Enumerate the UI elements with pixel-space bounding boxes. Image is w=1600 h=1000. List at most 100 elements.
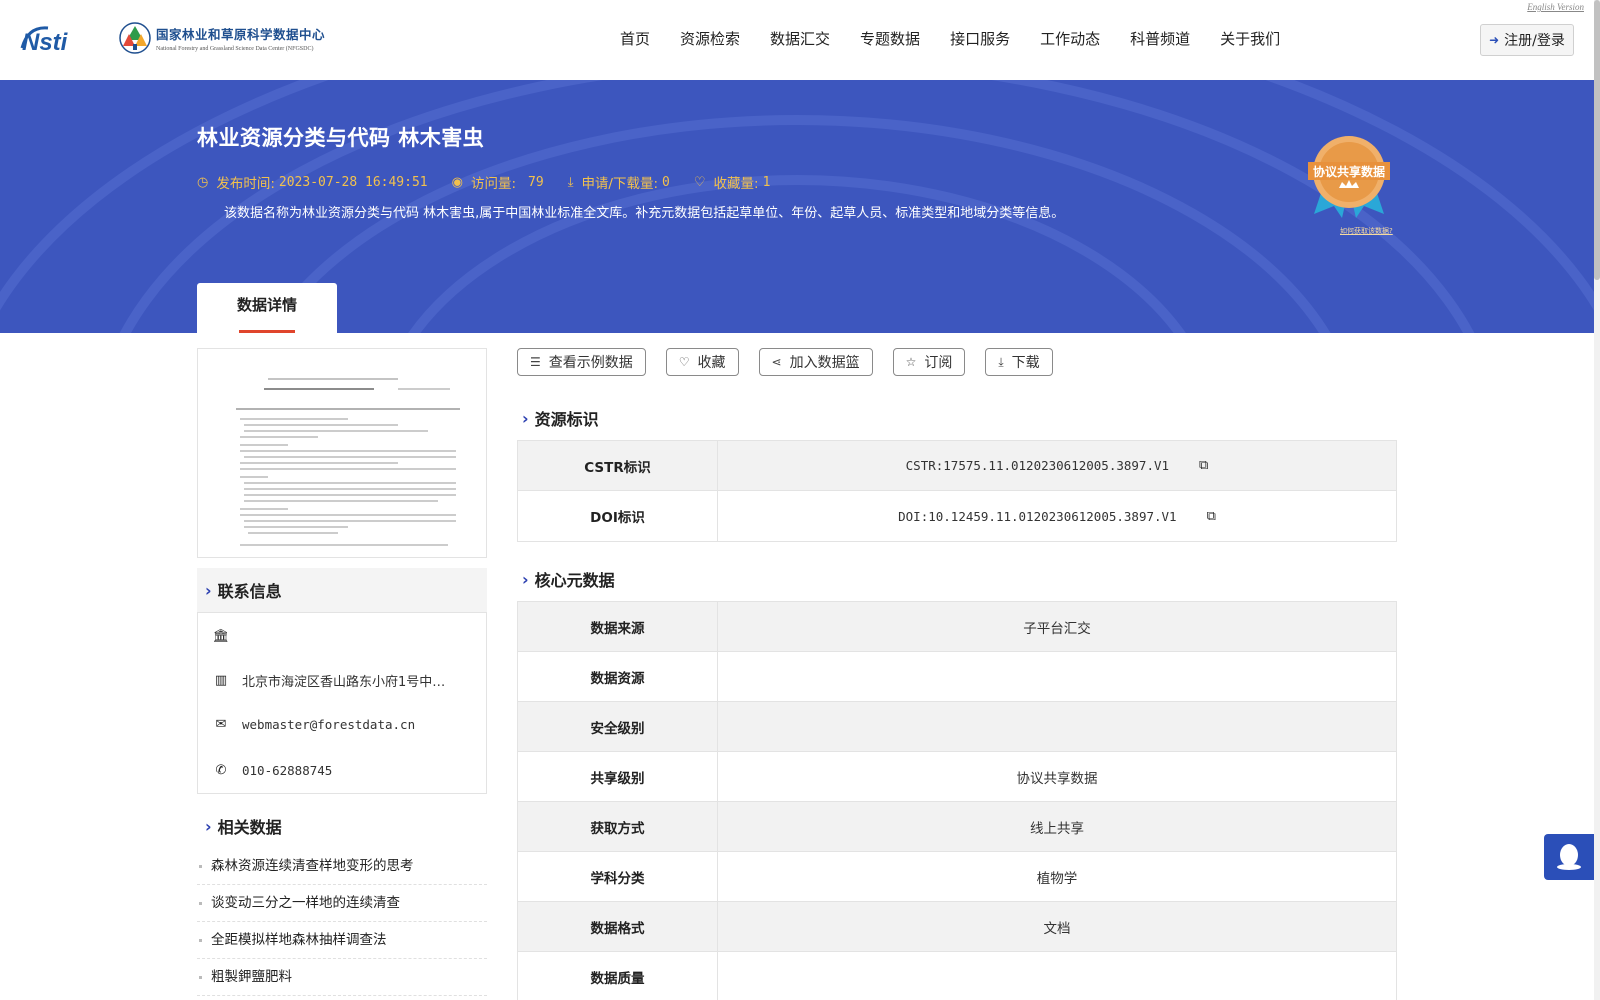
resource-id-title-label: 资源标识 xyxy=(534,410,599,429)
cstr-key: CSTR标识 xyxy=(518,441,718,490)
eye-icon: ◉ xyxy=(451,174,463,190)
table-row: CSTR标识 CSTR:17575.11.0120230612005.3897.… xyxy=(518,441,1396,491)
contact-email-text[interactable]: webmaster@forestdata.cn xyxy=(242,717,415,732)
meta-value: 子平台汇交 xyxy=(1023,620,1091,637)
nav-data-submission[interactable]: 数据汇交 xyxy=(770,28,830,50)
table-row: 获取方式 线上共享 xyxy=(518,802,1396,852)
qq-penguin-icon xyxy=(1557,844,1581,870)
meta-key: 安全级别 xyxy=(518,702,718,751)
map-icon: ▥ xyxy=(214,673,228,688)
nav-science-channel[interactable]: 科普频道 xyxy=(1130,28,1190,50)
document-thumbnail-icon xyxy=(232,377,460,546)
how-to-get-data-link[interactable]: 如何获取该数据? xyxy=(1340,226,1393,236)
table-row: 数据来源 子平台汇交 xyxy=(518,602,1396,652)
heart-icon: ♡ xyxy=(693,174,706,190)
publish-value: 2023-07-28 16:49:51 xyxy=(278,174,428,190)
nav-home[interactable]: 首页 xyxy=(620,28,650,50)
english-version-link[interactable]: English Version xyxy=(1527,2,1584,12)
related-item[interactable]: 粗製鉀鹽肥料 xyxy=(197,959,487,996)
download-label: 下载 xyxy=(1011,355,1040,371)
sign-in-icon: ➜ xyxy=(1489,33,1500,47)
meta-key: 数据资源 xyxy=(518,652,718,701)
subscribe-button[interactable]: ☆ 订阅 xyxy=(892,348,966,376)
related-section-title: › 相关数据 xyxy=(197,812,282,840)
chevron-right-icon: › xyxy=(205,580,212,600)
shared-data-badge-icon: 协议共享数据 xyxy=(1308,136,1390,218)
tab-data-details[interactable]: 数据详情 xyxy=(197,283,337,333)
heart-icon: ♡ xyxy=(678,355,690,369)
favorites-value: 1 xyxy=(762,174,771,190)
meta-value xyxy=(718,952,1396,1000)
table-row: 学科分类 植物学 xyxy=(518,852,1396,902)
downloads-value: 0 xyxy=(662,174,670,190)
resource-id-section-title: › 资源标识 xyxy=(522,406,599,430)
dataset-meta: ◷ 发布时间: 2023-07-28 16:49:51 ◉ 访问量: 79 ⤓ … xyxy=(197,172,794,193)
core-metadata-table: 数据来源 子平台汇交 数据资源 安全级别 共享级别 协议共享数据 获取方式 线上… xyxy=(517,601,1397,1000)
meta-value: 协议共享数据 xyxy=(1016,770,1098,787)
download-icon: ⤓ xyxy=(998,354,1004,369)
meta-key: 共享级别 xyxy=(518,752,718,801)
contact-section-title: › 联系信息 xyxy=(197,568,487,612)
meta-value xyxy=(718,652,1396,701)
nsti-logo-text: Nsti xyxy=(22,29,69,56)
favorite-label: 收藏 xyxy=(697,355,726,371)
nav-topic-data[interactable]: 专题数据 xyxy=(860,28,920,50)
meta-value xyxy=(718,702,1396,751)
related-title-label: 相关数据 xyxy=(217,818,282,837)
nav-api-service[interactable]: 接口服务 xyxy=(950,28,1010,50)
related-item[interactable]: 森林资源连续清查样地变形的思考 xyxy=(197,848,487,885)
contact-info-box: 🏛 ▥ 北京市海淀区香山路东小府1号中… ✉ webmaster@forestd… xyxy=(197,612,487,794)
page-scrollbar[interactable] xyxy=(1594,0,1600,1000)
logo-cn-text: 国家林业和草原科学数据中心 xyxy=(156,27,326,42)
view-sample-data-button[interactable]: ☰ 查看示例数据 xyxy=(517,348,646,376)
action-buttons: ☰ 查看示例数据 ♡ 收藏 ⋖ 加入数据篮 ☆ 订阅 ⤓ 下载 xyxy=(517,348,1073,376)
download-count: ⤓ 申请/下载量: 0 xyxy=(568,172,670,193)
nav-news[interactable]: 工作动态 xyxy=(1040,28,1100,50)
star-icon: ☆ xyxy=(905,355,917,369)
table-row: 数据格式 文档 xyxy=(518,902,1396,952)
chevron-right-icon: › xyxy=(522,569,529,589)
cstr-value-cell: CSTR:17575.11.0120230612005.3897.V1 ⧉ xyxy=(718,441,1396,490)
tab-active-underline xyxy=(239,330,295,333)
meta-key: 学科分类 xyxy=(518,852,718,901)
contact-email: ✉ webmaster@forestdata.cn xyxy=(212,717,416,732)
envelope-icon: ✉ xyxy=(215,717,227,732)
visit-count: ◉ 访问量: 79 xyxy=(451,172,544,193)
login-register-button[interactable]: ➜ 注册/登录 xyxy=(1480,24,1574,56)
downloads-label: 申请/下载量: xyxy=(581,176,659,192)
nav-about-us[interactable]: 关于我们 xyxy=(1220,28,1280,50)
copy-icon[interactable]: ⧉ xyxy=(1207,509,1216,524)
contact-phone: ✆ 010-62888745 xyxy=(212,763,333,778)
dataset-banner: 林业资源分类与代码 林木害虫 ◷ 发布时间: 2023-07-28 16:49:… xyxy=(0,80,1594,333)
tab-data-details-label: 数据详情 xyxy=(236,296,297,314)
chevron-right-icon: › xyxy=(205,816,212,836)
share-icon: ⋖ xyxy=(771,355,782,369)
qq-chat-button[interactable] xyxy=(1544,834,1594,880)
table-row: 数据资源 xyxy=(518,652,1396,702)
table-row: DOI标识 DOI:10.12459.11.0120230612005.3897… xyxy=(518,491,1396,541)
meta-key: 数据格式 xyxy=(518,902,718,951)
login-register-label: 注册/登录 xyxy=(1504,33,1565,49)
related-item[interactable]: 谈变动三分之一样地的连续清查 xyxy=(197,885,487,922)
core-meta-title-label: 核心元数据 xyxy=(534,571,615,590)
add-to-basket-button[interactable]: ⋖ 加入数据篮 xyxy=(758,348,873,376)
copy-icon[interactable]: ⧉ xyxy=(1199,458,1208,473)
download-button[interactable]: ⤓ 下载 xyxy=(985,348,1053,376)
table-row: 共享级别 协议共享数据 xyxy=(518,752,1396,802)
meta-value: 线上共享 xyxy=(1030,820,1084,837)
nav-resource-search[interactable]: 资源检索 xyxy=(680,28,740,50)
nsti-logo[interactable]: Nsti xyxy=(18,20,98,56)
scrollbar-thumb[interactable] xyxy=(1594,0,1600,280)
add-basket-label: 加入数据篮 xyxy=(789,355,860,371)
favorite-button[interactable]: ♡ 收藏 xyxy=(665,348,739,376)
tree-emblem-icon xyxy=(119,22,151,54)
cstr-value: CSTR:17575.11.0120230612005.3897.V1 xyxy=(905,458,1170,473)
subscribe-label: 订阅 xyxy=(924,355,953,371)
meta-value: 植物学 xyxy=(1036,870,1078,887)
nfgsdc-logo[interactable]: 国家林业和草原科学数据中心 National Forestry and Gras… xyxy=(118,20,325,56)
contact-phone-text: 010-62888745 xyxy=(242,763,333,778)
contact-title-label: 联系信息 xyxy=(217,582,282,601)
database-icon: ☰ xyxy=(530,355,541,369)
related-item[interactable]: 全距模拟样地森林抽样调查法 xyxy=(197,922,487,959)
document-preview[interactable] xyxy=(197,348,487,558)
